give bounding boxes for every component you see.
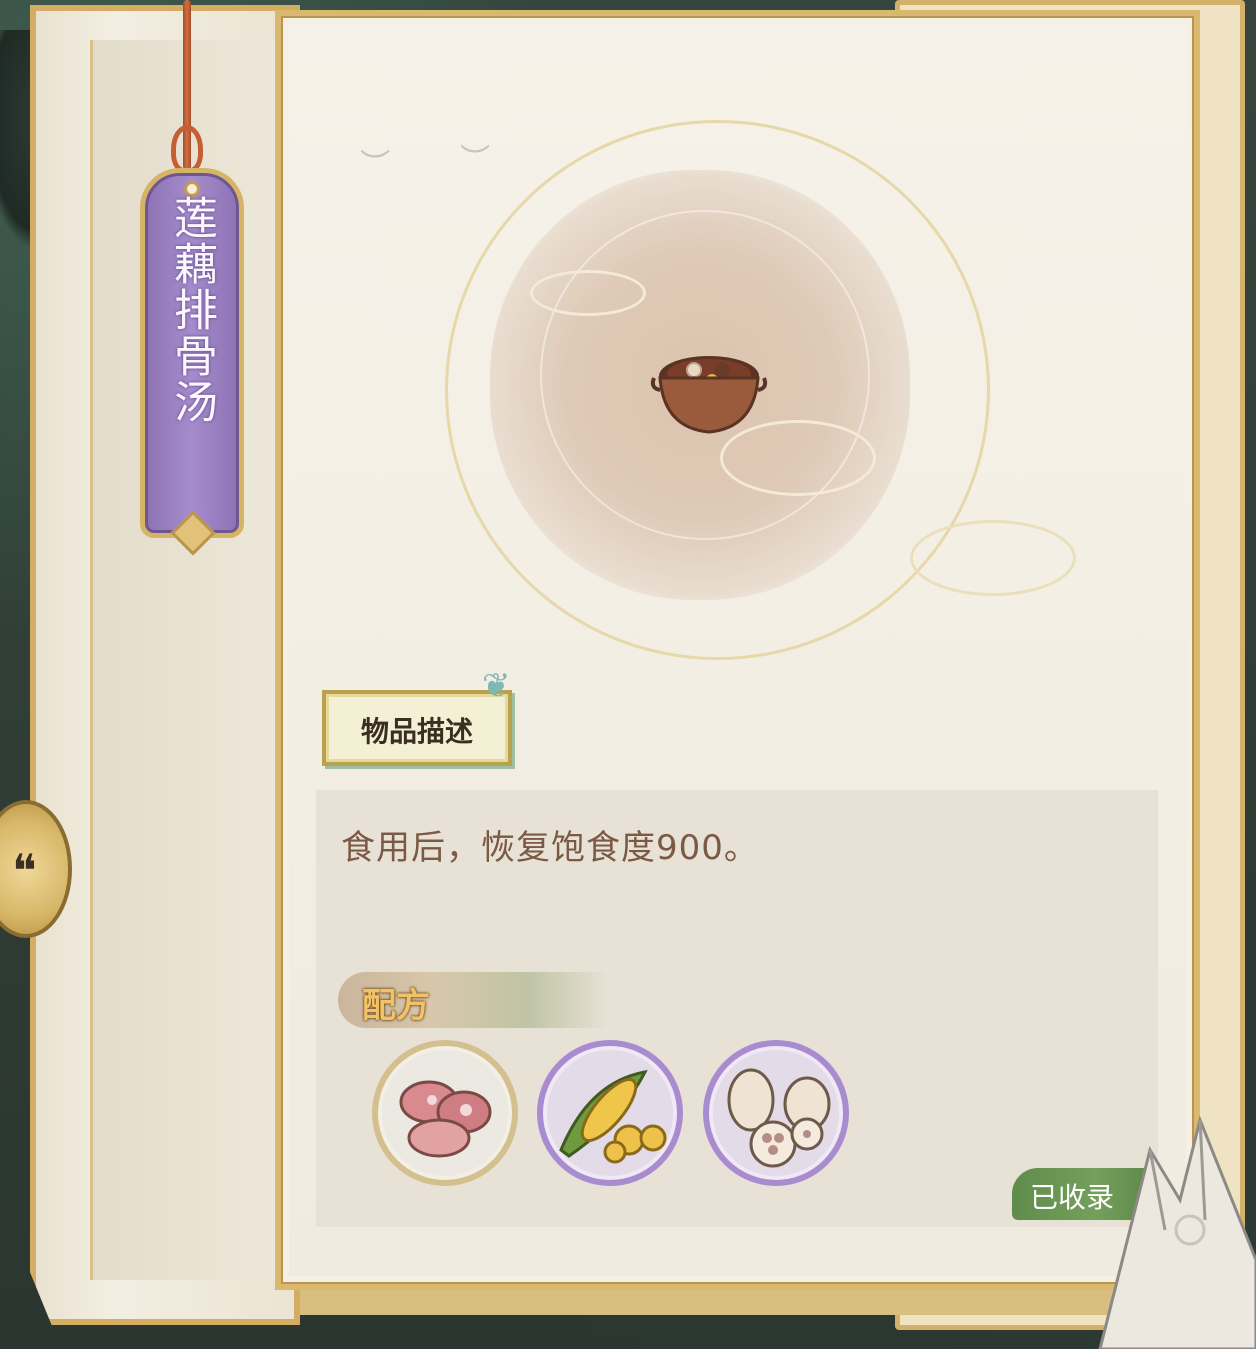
item-name: 莲藕排骨汤: [166, 195, 217, 425]
ingredient-slot-corn[interactable]: [537, 1040, 683, 1186]
item-name-tag: 莲藕排骨汤: [140, 168, 244, 556]
mountain-decoration: [1098, 1115, 1256, 1349]
lotus-root-icon: [727, 1068, 831, 1168]
corn-icon: [559, 1069, 667, 1164]
bird-icon: ︶: [360, 148, 390, 183]
tag-knot: [171, 125, 203, 173]
soup-pot-icon: [650, 356, 768, 434]
pork-meat-icon: [399, 1080, 492, 1158]
cloud-motif: [530, 270, 646, 316]
cloud-motif: [910, 520, 1076, 596]
ingredient-slot-pork[interactable]: [372, 1040, 518, 1186]
ingredient-slot-lotus-root[interactable]: [703, 1040, 849, 1186]
butterfly-icon: ❦: [482, 666, 511, 706]
chat-bubble-icon: ❝: [12, 844, 37, 898]
bird-icon: ︶: [460, 143, 490, 178]
description-text: 食用后，恢复饱食度900。: [341, 828, 759, 868]
recipe-header: 配方: [338, 972, 608, 1028]
recipe-title: 配方: [362, 986, 430, 1026]
description-label-text: 物品描述: [360, 715, 473, 748]
